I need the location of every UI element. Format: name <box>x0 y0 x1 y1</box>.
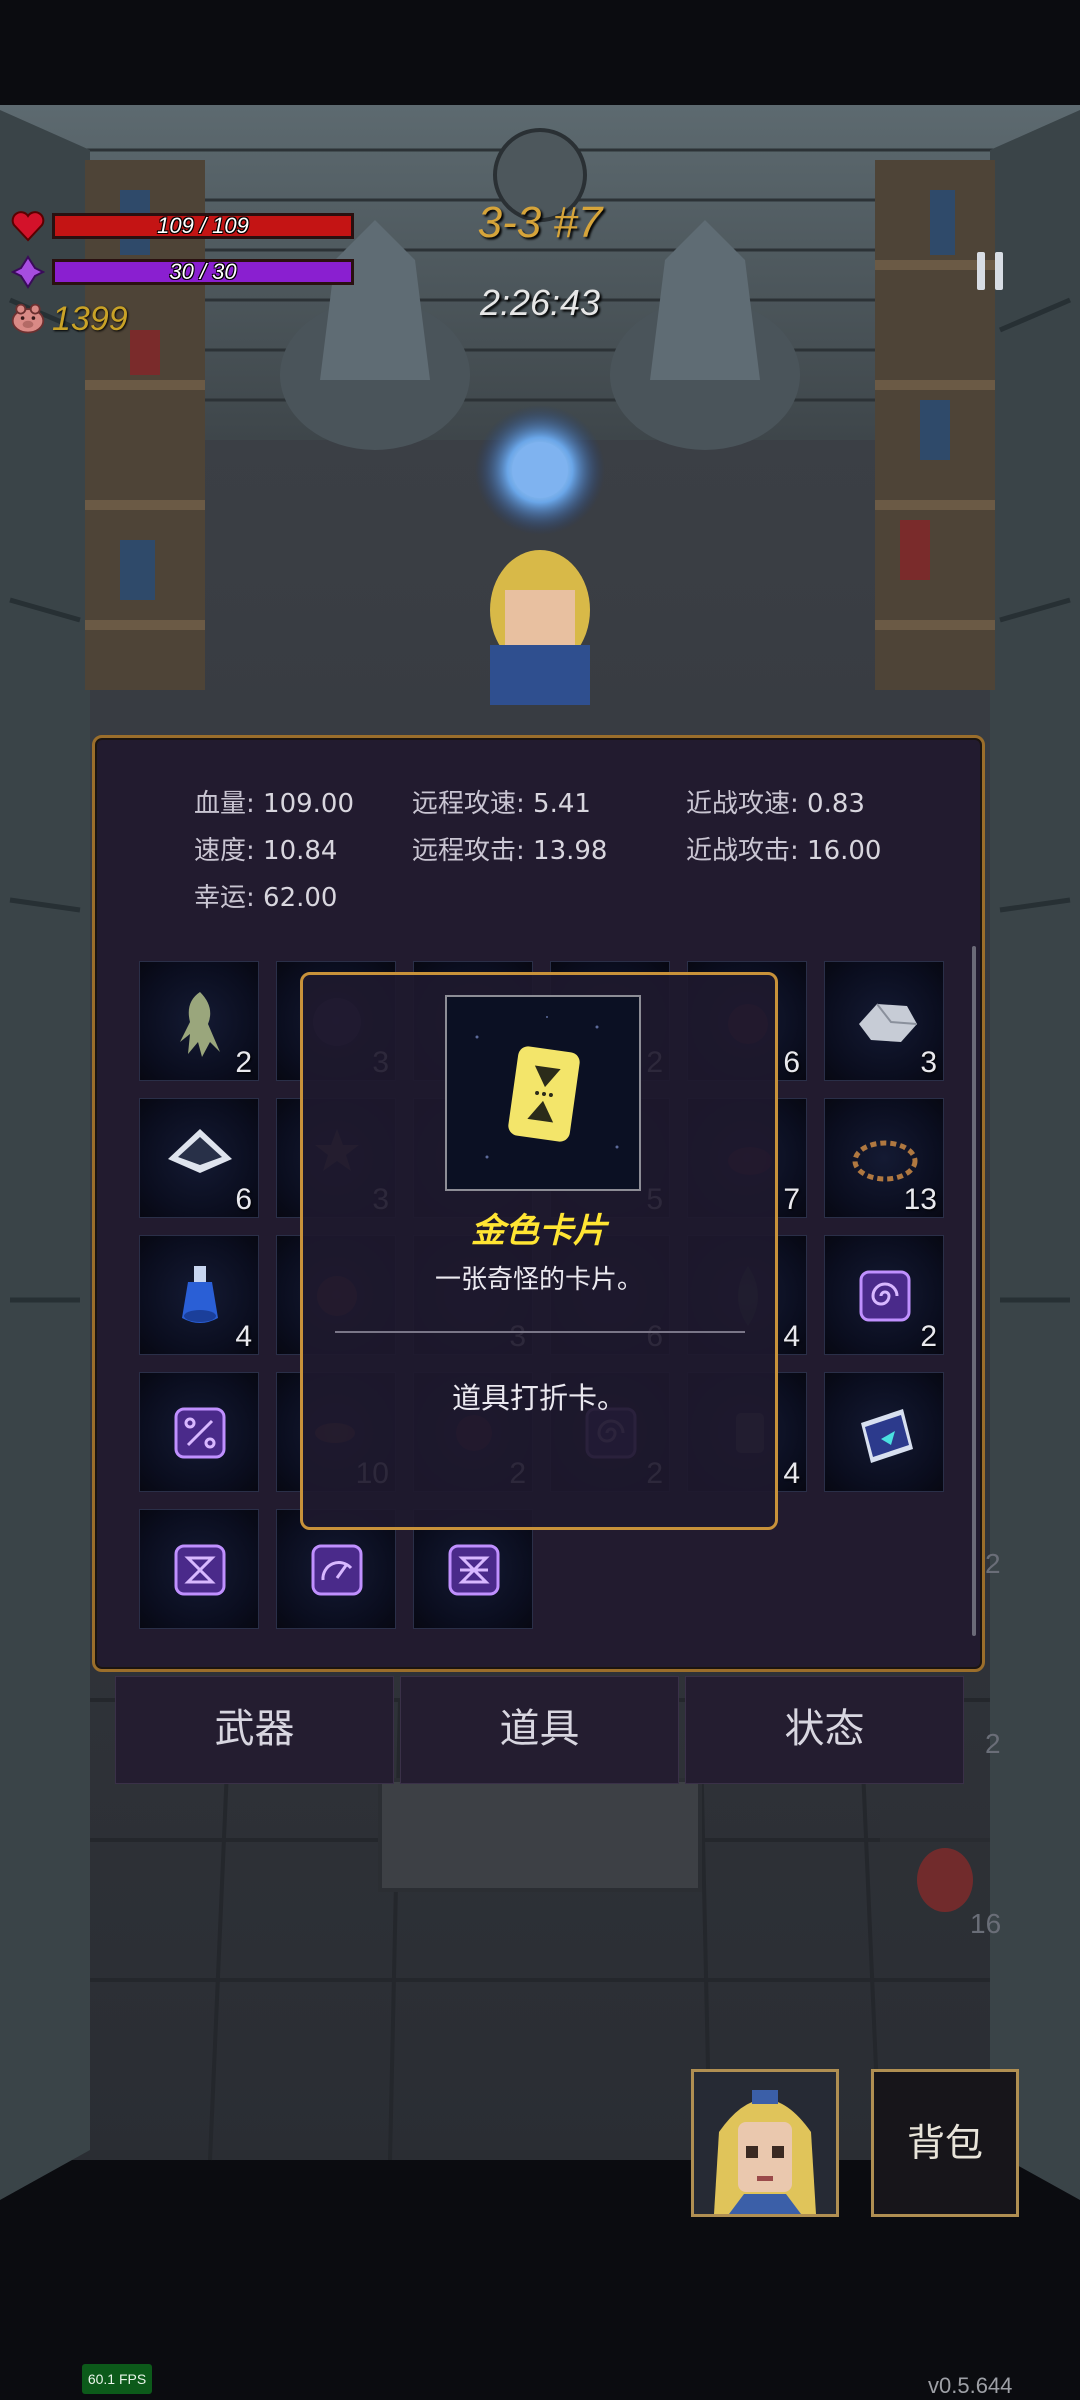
inventory-slot[interactable]: 2 <box>139 961 259 1081</box>
item-count: 4 <box>235 1320 252 1353</box>
inventory-slot[interactable]: 4 <box>139 1235 259 1355</box>
tab-items[interactable]: 道具 <box>400 1676 679 1784</box>
item-tooltip: 金色卡片 一张奇怪的卡片。 道具打折卡。 <box>300 972 778 1530</box>
inventory-slot[interactable] <box>139 1509 259 1629</box>
version-label: v0.5.644 <box>928 2373 1013 2398</box>
tab-status[interactable]: 状态 <box>685 1676 964 1784</box>
item-count: 6 <box>235 1183 252 1216</box>
inventory-slot[interactable]: 2 <box>824 1235 944 1355</box>
item-count: 4 <box>783 1320 800 1353</box>
level-indicator: 3-3 #7 <box>477 198 603 247</box>
percent-rune-icon <box>174 1407 226 1459</box>
tab-weapons[interactable]: 武器 <box>115 1676 394 1784</box>
tooltip-item-description: 一张奇怪的卡片。 <box>434 1265 643 1295</box>
item-count: 13 <box>903 1183 937 1216</box>
spellbook-icon <box>861 1409 913 1463</box>
background-count: 16 <box>970 1908 1002 1939</box>
stat-melee-attack: 近战攻击: 16.00 <box>686 836 882 866</box>
stat-ranged-attack: 远程攻击: 13.98 <box>412 836 608 866</box>
background-count: 2 <box>985 1548 1001 1579</box>
pause-button[interactable] <box>975 248 1009 296</box>
run-timer: 2:26:43 <box>479 282 601 323</box>
inventory-slot[interactable] <box>824 1372 944 1492</box>
backpack-button[interactable]: 背包 <box>871 2069 1019 2217</box>
pause-icon <box>977 252 985 290</box>
mana-text: 30 / 30 <box>169 259 237 284</box>
stat-hp: 血量: 109.00 <box>194 789 355 819</box>
background-count: 2 <box>985 1728 1001 1759</box>
stat-melee-speed: 近战攻速: 0.83 <box>686 789 865 819</box>
tooltip-item-name: 金色卡片 <box>471 1211 607 1251</box>
fps-counter: 60.1 FPS <box>82 2364 152 2394</box>
item-count: 2 <box>920 1320 937 1353</box>
inventory-slot[interactable] <box>139 1372 259 1492</box>
item-count: 7 <box>783 1183 800 1216</box>
inventory-scrollbar[interactable] <box>972 946 976 1636</box>
character-portrait <box>694 2072 836 2214</box>
inventory-slot[interactable]: 6 <box>139 1098 259 1218</box>
hourglass-rune-icon <box>174 1544 226 1596</box>
inventory-slot[interactable]: 3 <box>824 961 944 1081</box>
tooltip-divider <box>335 1331 745 1333</box>
item-count: 4 <box>783 1457 800 1490</box>
item-count: 6 <box>783 1046 800 1079</box>
tooltip-item-effect: 道具打折卡。 <box>451 1381 626 1415</box>
item-count: 3 <box>920 1046 937 1079</box>
character-portrait-button[interactable] <box>691 2069 839 2217</box>
stat-ranged-speed: 远程攻速: 5.41 <box>412 789 591 819</box>
stat-luck: 幸运: 62.00 <box>194 883 338 913</box>
stat-speed: 速度: 10.84 <box>194 836 338 866</box>
inventory-slot[interactable]: 13 <box>824 1098 944 1218</box>
item-count: 2 <box>235 1046 252 1079</box>
gold-card-icon <box>445 995 641 1191</box>
